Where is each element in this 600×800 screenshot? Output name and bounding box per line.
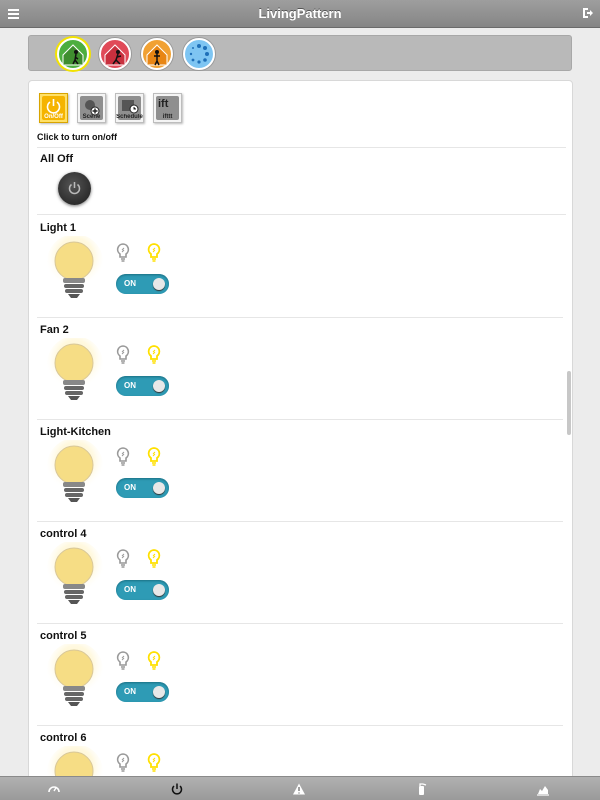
divider	[37, 214, 566, 215]
device-name: Light-Kitchen	[40, 426, 111, 438]
toggle-label: ON	[124, 585, 136, 594]
toggle-knob	[153, 278, 165, 290]
tab-label: ifttt	[162, 114, 173, 120]
turn-off-icon[interactable]	[115, 242, 131, 264]
tab-label: Schedule	[116, 114, 143, 120]
tab-ifttt[interactable]: ift ifttt	[153, 93, 182, 123]
lightbulb-icon	[46, 540, 104, 612]
divider	[37, 147, 566, 148]
turn-on-icon[interactable]	[146, 752, 162, 774]
device-name: control 4	[40, 528, 87, 540]
fire-extinguisher-icon[interactable]	[414, 782, 428, 796]
tab-schedule[interactable]: Schedule	[115, 93, 144, 123]
toggle-knob	[153, 482, 165, 494]
all-off-button[interactable]	[58, 172, 91, 205]
logout-icon[interactable]	[582, 7, 594, 19]
power-icon[interactable]	[170, 782, 184, 796]
device-row: control 5 ON	[29, 624, 569, 726]
hint-text: Click to turn on/off	[37, 132, 117, 142]
toggle-knob	[153, 686, 165, 698]
toggle-label: ON	[124, 483, 136, 492]
device-name: control 6	[40, 732, 87, 744]
tab-label: On/Off	[44, 114, 63, 120]
warning-icon[interactable]	[292, 782, 306, 796]
lightbulb-icon	[46, 744, 104, 779]
lightbulb-icon	[46, 642, 104, 714]
turn-off-icon[interactable]	[115, 650, 131, 672]
turn-off-icon[interactable]	[115, 752, 131, 774]
turn-on-icon[interactable]	[146, 650, 162, 672]
turn-on-icon[interactable]	[146, 446, 162, 468]
turn-off-icon[interactable]	[115, 446, 131, 468]
home-mode-icon[interactable]	[57, 38, 89, 70]
toggle-label: ON	[124, 687, 136, 696]
tab-label: Scene	[82, 114, 101, 120]
power-icon	[68, 182, 81, 195]
tab-onoff[interactable]: On/Off	[39, 93, 68, 123]
lightbulb-icon	[46, 336, 104, 408]
away-mode-icon[interactable]	[99, 38, 131, 70]
app-title: LivingPattern	[258, 6, 342, 21]
device-row: Light 1 ON	[29, 216, 569, 318]
bottom-toolbar	[0, 776, 600, 800]
toggle-label: ON	[124, 381, 136, 390]
device-toggle[interactable]: ON	[116, 376, 169, 396]
turn-off-icon[interactable]	[115, 344, 131, 366]
toggle-label: ON	[124, 279, 136, 288]
device-row: Light-Kitchen ON	[29, 420, 569, 522]
device-toggle[interactable]: ON	[116, 478, 169, 498]
ifttt-glyph: ift	[158, 98, 169, 110]
alert-mode-icon[interactable]	[141, 38, 173, 70]
loading-mode-icon[interactable]	[183, 38, 215, 70]
device-toggle[interactable]: ON	[116, 682, 169, 702]
device-row: Fan 2 ON	[29, 318, 569, 420]
device-toggle[interactable]: ON	[116, 274, 169, 294]
device-name: Light 1	[40, 222, 77, 234]
lightbulb-icon	[46, 234, 104, 306]
device-row: control 4 ON	[29, 522, 569, 624]
toggle-knob	[153, 584, 165, 596]
turn-off-icon[interactable]	[115, 548, 131, 570]
chart-icon[interactable]	[536, 782, 550, 796]
device-toggle[interactable]: ON	[116, 580, 169, 600]
turn-on-icon[interactable]	[146, 548, 162, 570]
app-header: LivingPattern	[0, 0, 600, 28]
lightbulb-icon	[46, 438, 104, 510]
all-off-label: All Off	[40, 153, 73, 165]
tab-scene[interactable]: Scene	[77, 93, 106, 123]
main-panel: On/Off Scene Schedule ift ifttt Click to…	[28, 80, 573, 780]
device-row: control 6ON	[29, 726, 569, 779]
turn-on-icon[interactable]	[146, 344, 162, 366]
mode-bar	[28, 35, 572, 71]
dashboard-icon[interactable]	[47, 782, 61, 796]
turn-on-icon[interactable]	[146, 242, 162, 264]
device-name: control 5	[40, 630, 87, 642]
device-name: Fan 2	[40, 324, 69, 336]
toggle-knob	[153, 380, 165, 392]
